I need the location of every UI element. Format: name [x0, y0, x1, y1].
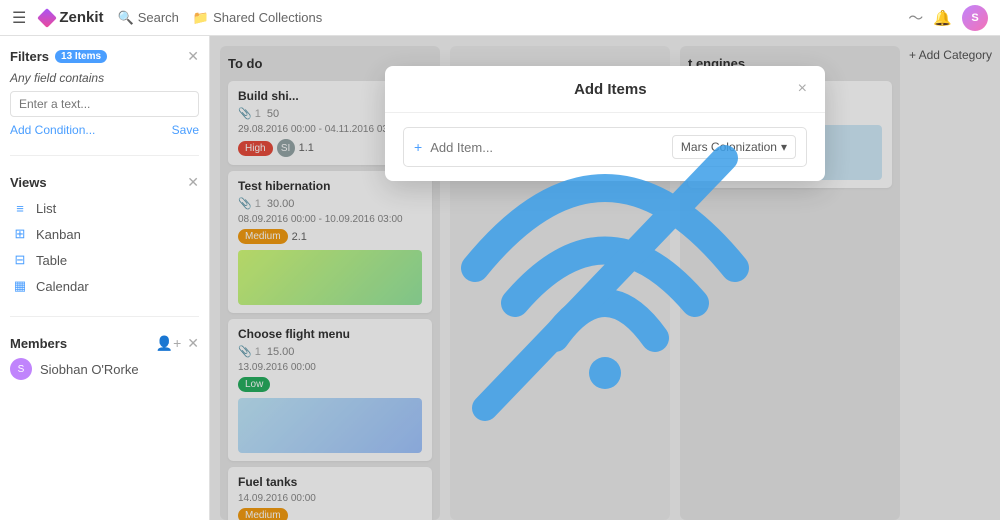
- sidebar: Filters 13 Items ✕ Any field contains Ad…: [0, 36, 210, 520]
- filter-text-input[interactable]: [10, 91, 199, 117]
- views-title: Views: [10, 175, 47, 190]
- members-close-icon[interactable]: ✕: [187, 335, 199, 352]
- add-items-modal: Add Items × + Mars Colonization ▾: [385, 66, 825, 181]
- sidebar-item-kanban[interactable]: ⊞ Kanban: [10, 222, 199, 246]
- avatar[interactable]: S: [962, 5, 988, 31]
- topnav: ☰ Zenkit 🔍 Search 📁 Shared Collections 〜…: [0, 0, 1000, 36]
- members-title: Members: [10, 336, 67, 351]
- brand-label: Zenkit: [59, 9, 103, 26]
- divider-1: [10, 155, 199, 156]
- calendar-icon: ▦: [12, 278, 28, 294]
- filter-condition-label: Any field contains: [10, 71, 199, 85]
- modal-title: Add Items: [423, 81, 798, 98]
- chevron-down-icon: ▾: [781, 140, 787, 154]
- divider-2: [10, 316, 199, 317]
- sidebar-item-table[interactable]: ⊟ Table: [10, 248, 199, 272]
- collection-label: Mars Colonization: [681, 140, 777, 154]
- add-item-input[interactable]: [430, 140, 664, 155]
- views-list: ≡ List ⊞ Kanban ⊟ Table ▦ Calendar: [10, 197, 199, 298]
- search-label: Search: [138, 10, 179, 25]
- filters-badge: 13 Items: [55, 50, 107, 63]
- activity-icon[interactable]: 〜: [908, 7, 923, 28]
- view-table-label: Table: [36, 253, 67, 268]
- view-calendar-label: Calendar: [36, 279, 89, 294]
- bell-icon[interactable]: 🔔: [933, 9, 952, 27]
- add-item-row: + Mars Colonization ▾: [403, 127, 807, 167]
- members-header-icons: 👤+ ✕: [156, 335, 199, 352]
- add-member-icon[interactable]: 👤+: [156, 335, 182, 352]
- filter-save-button[interactable]: Save: [172, 123, 199, 137]
- collection-selector[interactable]: Mars Colonization ▾: [672, 135, 796, 159]
- filters-section: Filters 13 Items ✕ Any field contains Ad…: [10, 48, 199, 137]
- views-close-icon[interactable]: ✕: [187, 174, 199, 191]
- view-kanban-label: Kanban: [36, 227, 81, 242]
- modal-close-button[interactable]: ×: [798, 80, 807, 98]
- kanban-icon: ⊞: [12, 226, 28, 242]
- filters-close-icon[interactable]: ✕: [187, 48, 199, 65]
- content-area: + Add Category To do Build shi... 📎 1 50…: [210, 36, 1000, 520]
- sidebar-item-calendar[interactable]: ▦ Calendar: [10, 274, 199, 298]
- main-layout: Filters 13 Items ✕ Any field contains Ad…: [0, 36, 1000, 520]
- member-item: S Siobhan O'Rorke: [10, 358, 199, 380]
- members-header: Members 👤+ ✕: [10, 335, 199, 352]
- filter-actions: Add Condition... Save: [10, 123, 199, 137]
- member-avatar: S: [10, 358, 32, 380]
- member-name: Siobhan O'Rorke: [40, 362, 139, 377]
- topnav-left: ☰ Zenkit 🔍 Search 📁 Shared Collections: [12, 8, 322, 28]
- list-icon: ≡: [12, 201, 28, 216]
- brand: Zenkit: [40, 9, 103, 26]
- brand-diamond-icon: [37, 8, 57, 28]
- table-icon: ⊟: [12, 252, 28, 268]
- view-list-label: List: [36, 201, 56, 216]
- topnav-search[interactable]: 🔍 Search: [118, 10, 179, 26]
- modal-overlay: Add Items × + Mars Colonization ▾: [210, 36, 1000, 520]
- shared-collections-label: Shared Collections: [213, 10, 322, 25]
- views-header: Views ✕: [10, 174, 199, 191]
- add-item-plus-icon: +: [414, 139, 422, 155]
- sidebar-item-list[interactable]: ≡ List: [10, 197, 199, 220]
- filters-title: Filters 13 Items: [10, 49, 107, 64]
- modal-header: Add Items ×: [385, 66, 825, 113]
- topnav-shared-collections[interactable]: 📁 Shared Collections: [193, 10, 322, 26]
- views-section: Views ✕ ≡ List ⊞ Kanban ⊟ Table ▦: [10, 174, 199, 298]
- filters-header: Filters 13 Items ✕: [10, 48, 199, 65]
- hamburger-icon[interactable]: ☰: [12, 8, 26, 28]
- topnav-right: 〜 🔔 S: [908, 5, 988, 31]
- members-section: Members 👤+ ✕ S Siobhan O'Rorke: [10, 335, 199, 380]
- shared-collections-icon: 📁: [193, 10, 209, 26]
- search-icon: 🔍: [118, 10, 134, 26]
- add-condition-button[interactable]: Add Condition...: [10, 123, 95, 137]
- modal-body: + Mars Colonization ▾: [385, 113, 825, 181]
